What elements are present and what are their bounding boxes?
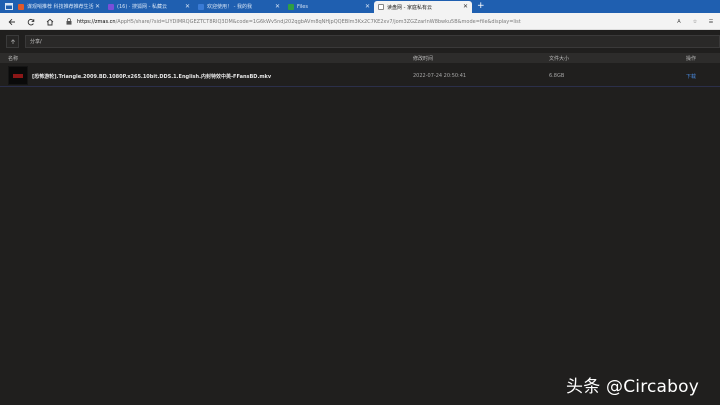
close-tab-icon[interactable]: ✕ [185, 3, 190, 10]
home-button[interactable] [44, 16, 55, 27]
file-name[interactable]: [恐怖游轮].Triangle.2009.BD.1080P.x265.10bit… [32, 73, 271, 80]
refresh-button[interactable] [25, 16, 36, 27]
browser-tab-active[interactable]: 读盘网 - 家庭私有云 ✕ [374, 1, 472, 13]
browser-tab-2[interactable]: (16) · 搜狐网 - 私藏云 ✕ [104, 1, 194, 13]
tab-label: 读盘网 - 家庭私有云 [387, 4, 432, 11]
breadcrumb: 分享/ [6, 35, 720, 48]
page-favicon-icon [378, 4, 384, 10]
tab-favicon-icon [288, 3, 294, 10]
tab-favicon-icon [18, 3, 24, 10]
browser-tab-3[interactable]: 欢迎使用！ - 我的我 ✕ [194, 1, 284, 13]
column-header-size[interactable]: 文件大小 [549, 55, 569, 62]
new-tab-button[interactable]: + [477, 2, 485, 11]
table-row[interactable]: [恐怖游轮].Triangle.2009.BD.1080P.x265.10bit… [0, 65, 720, 87]
browser-tab-4[interactable]: Files ✕ [284, 1, 374, 13]
url-host: https://zmas.cn [77, 18, 116, 25]
favorite-star-icon[interactable]: ☆ [690, 16, 700, 27]
tab-favicon-icon [108, 3, 114, 10]
tab-label: 欢迎使用！ - 我的我 [207, 4, 252, 10]
close-tab-icon[interactable]: ✕ [365, 3, 370, 10]
table-header: 名称 修改时间 文件大小 操作 [0, 53, 720, 63]
tab-label: Files [297, 3, 308, 10]
column-header-name[interactable]: 名称 [8, 55, 18, 62]
tab-label: (16) · 搜狐网 - 私藏云 [117, 4, 168, 10]
video-thumbnail[interactable] [8, 66, 28, 85]
tab-favicon-icon [198, 3, 204, 10]
close-tab-icon[interactable]: ✕ [275, 3, 280, 10]
tab-label: 谋观哨推荐 科技推荐推荐生活 [27, 4, 94, 10]
file-size: 6.8GB [549, 73, 565, 79]
window-menu-icon[interactable] [4, 2, 14, 11]
close-tab-icon[interactable]: ✕ [95, 3, 100, 10]
collections-icon[interactable]: ☰ [706, 16, 716, 27]
file-modified-time: 2022-07-24 20:50:41 [413, 73, 467, 79]
path-field[interactable]: 分享/ [25, 35, 720, 48]
column-header-action: 操作 [686, 56, 697, 62]
browser-tab-bar: 谋观哨推荐 科技推荐推荐生活 ✕ (16) · 搜狐网 - 私藏云 ✕ 欢迎使用… [0, 0, 720, 13]
address-bar[interactable]: https://zmas.cn/AppH5/share/?sid=LIYDIMR… [66, 16, 646, 27]
lock-icon[interactable] [66, 18, 72, 25]
column-header-modified[interactable]: 修改时间 [413, 55, 433, 62]
read-aloud-icon[interactable]: A [674, 16, 684, 27]
page-content: 分享/ 名称 修改时间 文件大小 操作 [恐怖游轮].Triangle.2009… [0, 31, 720, 405]
close-tab-icon[interactable]: ✕ [463, 4, 468, 10]
url-path: /AppH5/share/?sid=LIYDIMRQGEZTCT8RIQ3DM&… [115, 18, 521, 25]
movie-poster-icon [13, 73, 23, 78]
back-button[interactable] [6, 16, 17, 27]
address-toolbar: https://zmas.cn/AppH5/share/?sid=LIYDIMR… [0, 13, 720, 30]
watermark: 头条 @Circaboy [566, 377, 700, 397]
up-folder-button[interactable] [6, 35, 19, 48]
browser-tab-1[interactable]: 谋观哨推荐 科技推荐推荐生活 ✕ [14, 1, 104, 13]
download-link[interactable]: 下载 [686, 73, 696, 80]
toolbar-actions: A ☆ ☰ [674, 16, 716, 27]
